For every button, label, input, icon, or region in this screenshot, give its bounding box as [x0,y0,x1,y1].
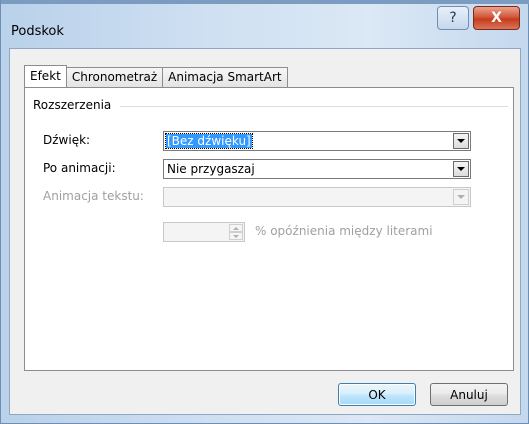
help-button[interactable]: ? [437,6,469,30]
close-button[interactable]: X [473,6,520,30]
chevron-down-icon [457,195,465,199]
tab-chronometraz[interactable]: Chronometraż [65,67,164,87]
spin-down-button [229,232,243,240]
sound-combo-value: [Bez dźwięku] [165,133,253,149]
group-divider [120,106,508,107]
animate-text-combo [163,187,471,207]
help-icon: ? [449,10,457,26]
animate-text-label: Animacja tekstu: [43,189,144,203]
tab-efekt[interactable]: Efekt [24,65,67,87]
tab-strip: Efekt Chronometraż Animacja SmartArt [24,65,288,87]
after-animation-label: Po animacji: [43,161,116,175]
cancel-button[interactable]: Anuluj [430,383,508,406]
arrow-up-icon [233,226,239,230]
after-animation-dropdown-button[interactable] [453,161,469,177]
animate-text-dropdown-button [453,189,469,205]
after-animation-combo-value: Nie przygaszaj [167,162,255,176]
chevron-down-icon [457,139,465,143]
tab-panel-efekt: Rozszerzenia Dźwięk: [Bez dźwięku] Po an… [24,87,514,371]
ok-button[interactable]: OK [338,383,416,406]
spin-up-button [229,224,243,232]
close-icon: X [491,10,502,26]
delay-spinner [163,222,245,242]
sound-combo[interactable]: [Bez dźwięku] [163,131,471,151]
chevron-down-icon [457,167,465,171]
sound-label: Dźwięk: [43,133,91,147]
dialog-title: Podskok [11,24,64,39]
window-top-edge [1,0,529,4]
arrow-down-icon [233,234,239,238]
delay-spinner-arrows [229,224,243,240]
group-label-rozszerzenia: Rozszerzenia [33,98,116,112]
sound-dropdown-button[interactable] [453,133,469,149]
delay-label: % opóźnienia między literami [255,224,433,238]
after-animation-combo[interactable]: Nie przygaszaj [163,159,471,179]
tab-animacja-smartart[interactable]: Animacja SmartArt [162,67,288,87]
dialog-client-area: Efekt Chronometraż Animacja SmartArt Roz… [9,48,521,415]
dialog-window: Podskok ? X Efekt Chronometraż Animacja … [0,0,529,424]
